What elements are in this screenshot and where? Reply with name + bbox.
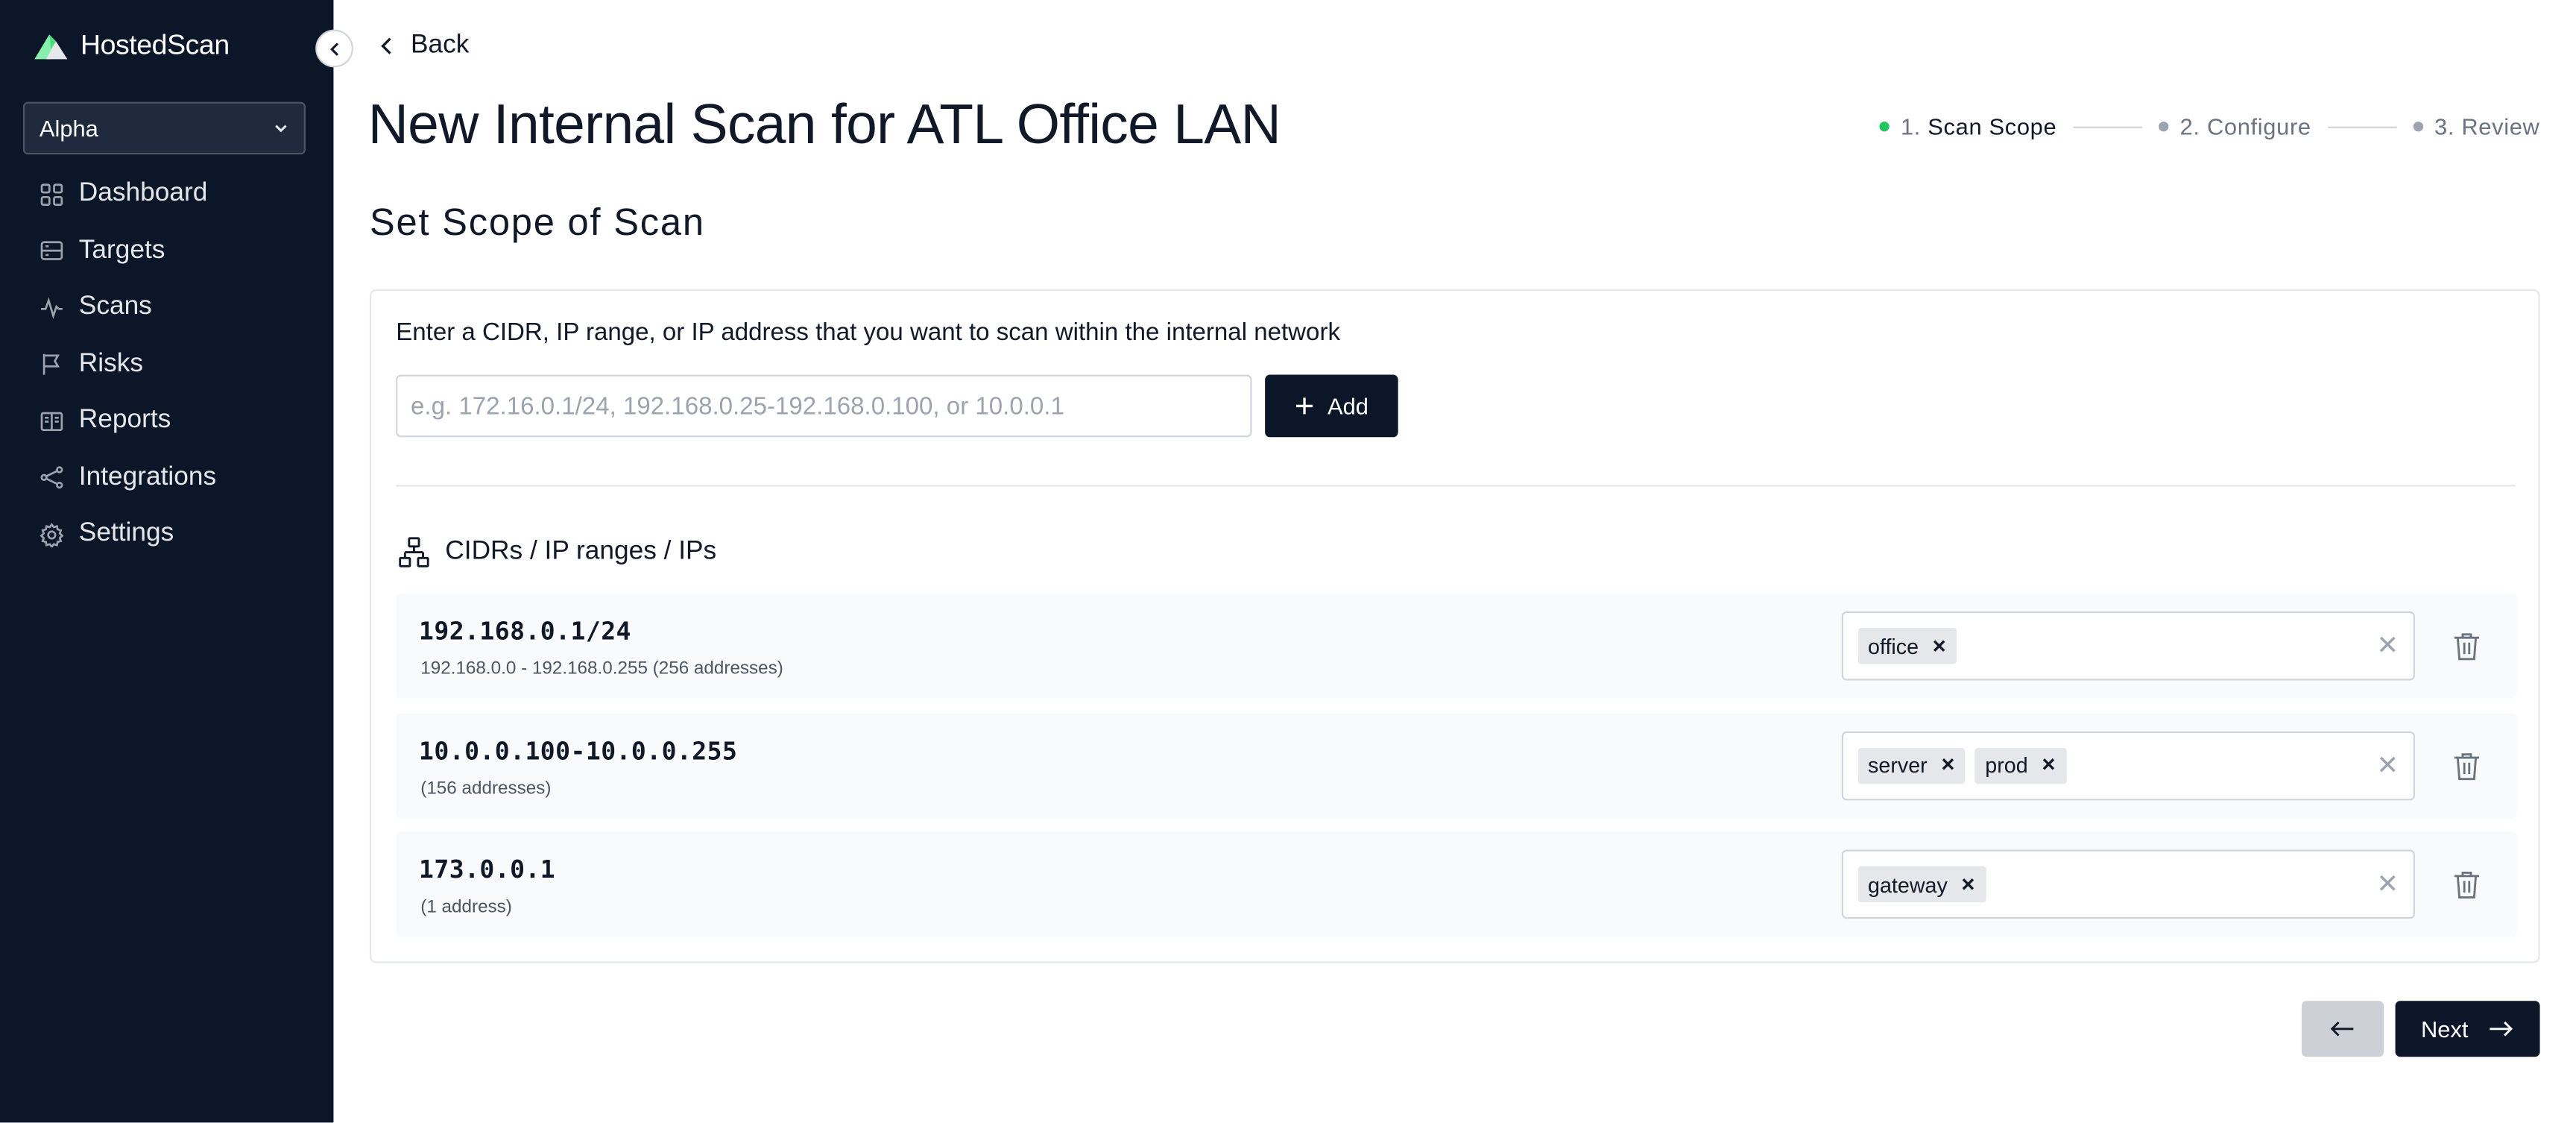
sidebar-item-label: Settings (78, 520, 174, 548)
app-name: HostedScan (80, 29, 230, 61)
step-active-dot (1879, 122, 1890, 132)
cidr-list-heading-label: CIDRs / IP ranges / IPs (445, 537, 717, 566)
sidebar-item-reports[interactable]: Reports (0, 393, 333, 450)
trash-icon[interactable] (2453, 869, 2481, 899)
step-number: 1. (1900, 113, 1922, 140)
arrow-left-icon (2330, 1021, 2354, 1037)
sidebar-item-label: Targets (78, 236, 165, 265)
tag-label: prod (1985, 752, 2028, 778)
sidebar-item-label: Reports (78, 406, 171, 435)
next-button-label: Next (2420, 1016, 2469, 1042)
divider (396, 485, 2516, 487)
remove-tag-icon[interactable]: ✕ (2041, 755, 2056, 776)
share-icon (40, 466, 63, 489)
back-label: Back (411, 31, 470, 60)
page-title: New Internal Scan for ATL Office LAN (367, 93, 1281, 157)
cidr-range-info: (1 address) (420, 897, 512, 917)
remove-tag-icon[interactable]: ✕ (1940, 755, 1955, 776)
tag-chip: office ✕ (1857, 627, 1957, 664)
app-logo[interactable]: HostedScan (31, 30, 230, 63)
section-title: Set Scope of Scan (369, 200, 705, 244)
back-link[interactable]: Back (379, 31, 469, 61)
scope-instructions: Enter a CIDR, IP range, or IP address th… (396, 318, 1340, 347)
sidebar-nav: Dashboard Targets Scans Risks Reports In… (0, 166, 333, 563)
step-connector (2073, 125, 2142, 128)
tag-label: office (1868, 633, 1919, 658)
add-button-label: Add (1327, 392, 1368, 420)
sidebar-item-label: Risks (78, 349, 143, 378)
clear-tags-icon[interactable]: ✕ (2376, 629, 2399, 662)
next-button[interactable]: Next (2395, 1001, 2540, 1057)
gear-icon (40, 522, 64, 547)
clear-tags-icon[interactable]: ✕ (2376, 868, 2399, 901)
step-connector (2327, 125, 2397, 128)
sidebar-item-label: Scans (78, 292, 152, 321)
plus-icon (1296, 397, 1313, 415)
network-icon (399, 537, 429, 567)
step-dot (2413, 122, 2423, 132)
stepper: 1. Scan Scope 2. Configure 3. Review (1879, 113, 2539, 139)
step-dot (2158, 122, 2169, 132)
clear-tags-icon[interactable]: ✕ (2376, 749, 2399, 781)
grid-icon (40, 183, 63, 206)
sidebar: HostedScan Alpha Dashboard Targets Scans… (0, 0, 334, 1123)
activity-icon (40, 297, 63, 319)
cidr-row: 10.0.0.100-10.0.0.255 (156 addresses) se… (396, 712, 2517, 818)
ip-range-input[interactable] (396, 374, 1252, 438)
cidr-range-info: 192.168.0.0 - 192.168.0.255 (256 address… (420, 658, 783, 679)
sidebar-item-label: Dashboard (78, 179, 208, 208)
cidr-list: 192.168.0.1/24 192.168.0.0 - 192.168.0.2… (396, 593, 2517, 951)
tag-label: server (1868, 752, 1928, 778)
remove-tag-icon[interactable]: ✕ (1960, 873, 1975, 895)
step-label: Review (2461, 113, 2540, 140)
cidr-address: 192.168.0.1/24 (419, 616, 631, 647)
scope-card: Enter a CIDR, IP range, or IP address th… (369, 289, 2540, 963)
cidr-list-heading: CIDRs / IP ranges / IPs (397, 536, 716, 569)
sidebar-item-targets[interactable]: Targets (0, 223, 333, 280)
arrow-right-icon (2490, 1021, 2513, 1037)
sidebar-item-dashboard[interactable]: Dashboard (0, 166, 333, 223)
tag-chip: gateway ✕ (1857, 866, 1986, 903)
step-label: Configure (2206, 113, 2311, 140)
trash-icon[interactable] (2453, 750, 2481, 780)
server-icon (40, 241, 63, 261)
tag-chip: prod ✕ (1975, 746, 2066, 784)
chevron-down-icon (275, 125, 287, 133)
step-configure[interactable]: 2. Configure (2158, 113, 2311, 140)
sidebar-item-risks[interactable]: Risks (0, 336, 333, 393)
cidr-range-info: (156 addresses) (420, 778, 552, 799)
previous-button[interactable] (2301, 1001, 2384, 1057)
remove-tag-icon[interactable]: ✕ (1932, 635, 1947, 656)
sidebar-item-settings[interactable]: Settings (0, 506, 333, 563)
step-review[interactable]: 3. Review (2413, 113, 2539, 139)
step-number: 2. (2179, 113, 2200, 140)
add-button[interactable]: Add (1265, 374, 1398, 438)
tag-chip: server ✕ (1857, 746, 1966, 784)
cidr-address: 10.0.0.100-10.0.0.255 (419, 735, 738, 766)
tag-input[interactable]: office ✕ ✕ (1841, 611, 2416, 681)
sidebar-item-scans[interactable]: Scans (0, 280, 333, 336)
chevron-left-icon (381, 37, 391, 54)
tag-label: gateway (1868, 872, 1948, 897)
sidebar-item-label: Integrations (78, 463, 217, 491)
hostedscan-logo-icon (34, 34, 68, 60)
cidr-address: 173.0.0.1 (419, 855, 556, 884)
chevron-left-icon (329, 42, 338, 55)
tag-input[interactable]: server ✕ prod ✕ ✕ (1841, 730, 2416, 800)
sidebar-item-integrations[interactable]: Integrations (0, 450, 333, 506)
tag-input[interactable]: gateway ✕ ✕ (1841, 849, 2416, 919)
step-label: Scan Scope (1928, 113, 2057, 140)
collapse-sidebar-button[interactable] (315, 29, 353, 68)
organization-select[interactable]: Alpha (22, 101, 306, 155)
step-scan-scope[interactable]: 1. Scan Scope (1879, 113, 2056, 139)
book-icon (40, 412, 63, 431)
trash-icon[interactable] (2453, 631, 2481, 661)
step-number: 3. (2434, 113, 2455, 140)
cidr-row: 192.168.0.1/24 192.168.0.0 - 192.168.0.2… (396, 593, 2517, 699)
flag-icon (42, 354, 60, 376)
organization-select-value: Alpha (39, 115, 98, 142)
cidr-row: 173.0.0.1 (1 address) gateway ✕ ✕ (396, 831, 2517, 937)
